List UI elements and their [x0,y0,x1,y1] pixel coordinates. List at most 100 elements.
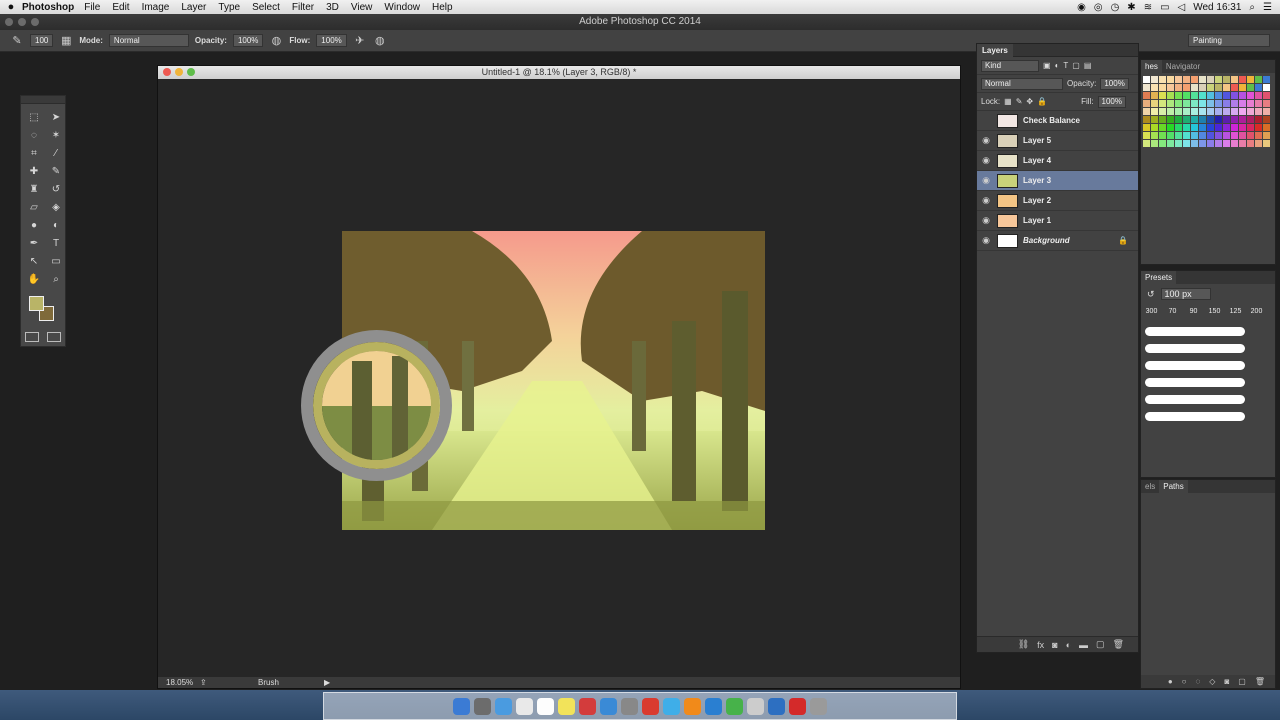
close-button[interactable] [5,18,13,26]
eraser-icon[interactable]: ▱ [24,200,44,215]
menu-layer[interactable]: Layer [181,2,206,13]
swatch[interactable] [1199,84,1206,91]
swatch[interactable] [1263,108,1270,115]
swatch[interactable] [1231,108,1238,115]
swatch[interactable] [1191,76,1198,83]
status-export-icon[interactable]: ⇪ [200,677,207,688]
tab-paths[interactable]: Paths [1159,480,1188,493]
swatch[interactable] [1199,124,1206,131]
swatch[interactable] [1215,124,1222,131]
layer-filter-select[interactable]: Kind [981,59,1039,72]
menubar-clock[interactable]: Wed 16:31 [1193,2,1241,13]
preview-icon[interactable] [747,697,764,715]
layer-thumbnail[interactable] [997,193,1018,208]
workspace-select[interactable]: Painting [1188,34,1270,47]
reset-size-icon[interactable]: ↺ [1147,289,1155,300]
swatch[interactable] [1223,108,1230,115]
swatch[interactable] [1223,76,1230,83]
calendar-icon[interactable] [537,697,554,715]
swatch[interactable] [1199,108,1206,115]
skype-icon[interactable] [705,697,722,715]
safari-icon[interactable] [495,697,512,715]
visibility-eye-icon[interactable]: ◉ [977,135,995,146]
swatch[interactable] [1207,76,1214,83]
swatch[interactable] [1223,124,1230,131]
swatch[interactable] [1239,140,1246,147]
visibility-eye-icon[interactable]: ◉ [977,235,995,246]
menu-filter[interactable]: Filter [292,2,314,13]
swatch[interactable] [1215,108,1222,115]
swatch[interactable] [1167,124,1174,131]
visibility-eye-icon[interactable]: ◉ [977,195,995,206]
swatch[interactable] [1215,76,1222,83]
finder-icon[interactable] [453,697,470,715]
time-machine-icon[interactable]: ◷ [1111,2,1120,13]
swatch[interactable] [1151,100,1158,107]
layer-name[interactable]: Check Balance [1023,116,1080,125]
healing-brush-icon[interactable]: ✚ [24,164,44,179]
swatch[interactable] [1215,132,1222,139]
brush-size-picker[interactable]: 100 [30,34,54,47]
swatch[interactable] [1255,108,1262,115]
fill-input[interactable]: 100% [1097,95,1126,108]
swatch[interactable] [1183,116,1190,123]
new-path-icon[interactable]: ▢ [1238,675,1246,688]
doc-zoom-button[interactable] [187,68,195,76]
swatch[interactable] [1239,92,1246,99]
swatch[interactable] [1247,132,1254,139]
swatch[interactable] [1183,108,1190,115]
swatch[interactable] [1247,108,1254,115]
swatch[interactable] [1223,116,1230,123]
zoom-button[interactable] [31,18,39,26]
tab-navigator[interactable]: Navigator [1162,60,1204,73]
swatch[interactable] [1151,76,1158,83]
swatch[interactable] [1151,116,1158,123]
spotlight-icon[interactable]: ⌕ [1249,2,1255,13]
visibility-eye-icon[interactable]: ◉ [977,175,995,186]
layer-name[interactable]: Layer 4 [1023,156,1051,165]
swatch[interactable] [1263,92,1270,99]
wifi-icon[interactable]: ≋ [1144,2,1152,13]
swatch[interactable] [1175,108,1182,115]
hand-tool-icon[interactable]: ✋ [24,272,44,287]
swatch[interactable] [1255,100,1262,107]
swatch[interactable] [1263,132,1270,139]
swatch[interactable] [1207,92,1214,99]
swatch[interactable] [1247,116,1254,123]
swatch[interactable] [1151,84,1158,91]
swatch[interactable] [1263,76,1270,83]
swatch[interactable] [1239,100,1246,107]
swatch[interactable] [1255,76,1262,83]
lock-pixels-icon[interactable]: ✎ [1016,97,1023,106]
swatch[interactable] [1143,84,1150,91]
swatch[interactable] [1167,140,1174,147]
swatch[interactable] [1207,124,1214,131]
swatch[interactable] [1191,124,1198,131]
lock-transparent-icon[interactable]: ▦ [1004,97,1012,106]
swatch[interactable] [1183,132,1190,139]
notification-icon[interactable]: ☰ [1263,2,1272,13]
layer-style-icon[interactable]: fx [1037,640,1044,650]
swatch[interactable] [1215,84,1222,91]
swatch[interactable] [1255,84,1262,91]
filter-pixel-icon[interactable]: ▣ [1043,61,1051,70]
swatch[interactable] [1239,124,1246,131]
menu-view[interactable]: View [351,2,373,13]
swatch[interactable] [1151,108,1158,115]
swatch[interactable] [1199,132,1206,139]
stroke-path-icon[interactable]: ○ [1182,675,1187,688]
airbrush-icon[interactable]: ✈ [353,34,367,48]
preset-200[interactable]: 200 [1248,308,1265,315]
layer-row[interactable]: Check Balance [977,111,1138,131]
brush-tool-icon[interactable]: ✎ [10,34,24,48]
swatch[interactable] [1191,116,1198,123]
swatch[interactable] [1239,76,1246,83]
swatch[interactable] [1223,132,1230,139]
menu-type[interactable]: Type [218,2,240,13]
swatch[interactable] [1175,124,1182,131]
layer-row[interactable]: ◉ Background 🔒 [977,231,1138,251]
volume-icon[interactable]: ◁ [1178,2,1186,13]
swatch[interactable] [1183,100,1190,107]
rectangle-tool-icon[interactable]: ▭ [46,254,66,269]
move-tool-icon[interactable]: ➤ [46,110,66,125]
